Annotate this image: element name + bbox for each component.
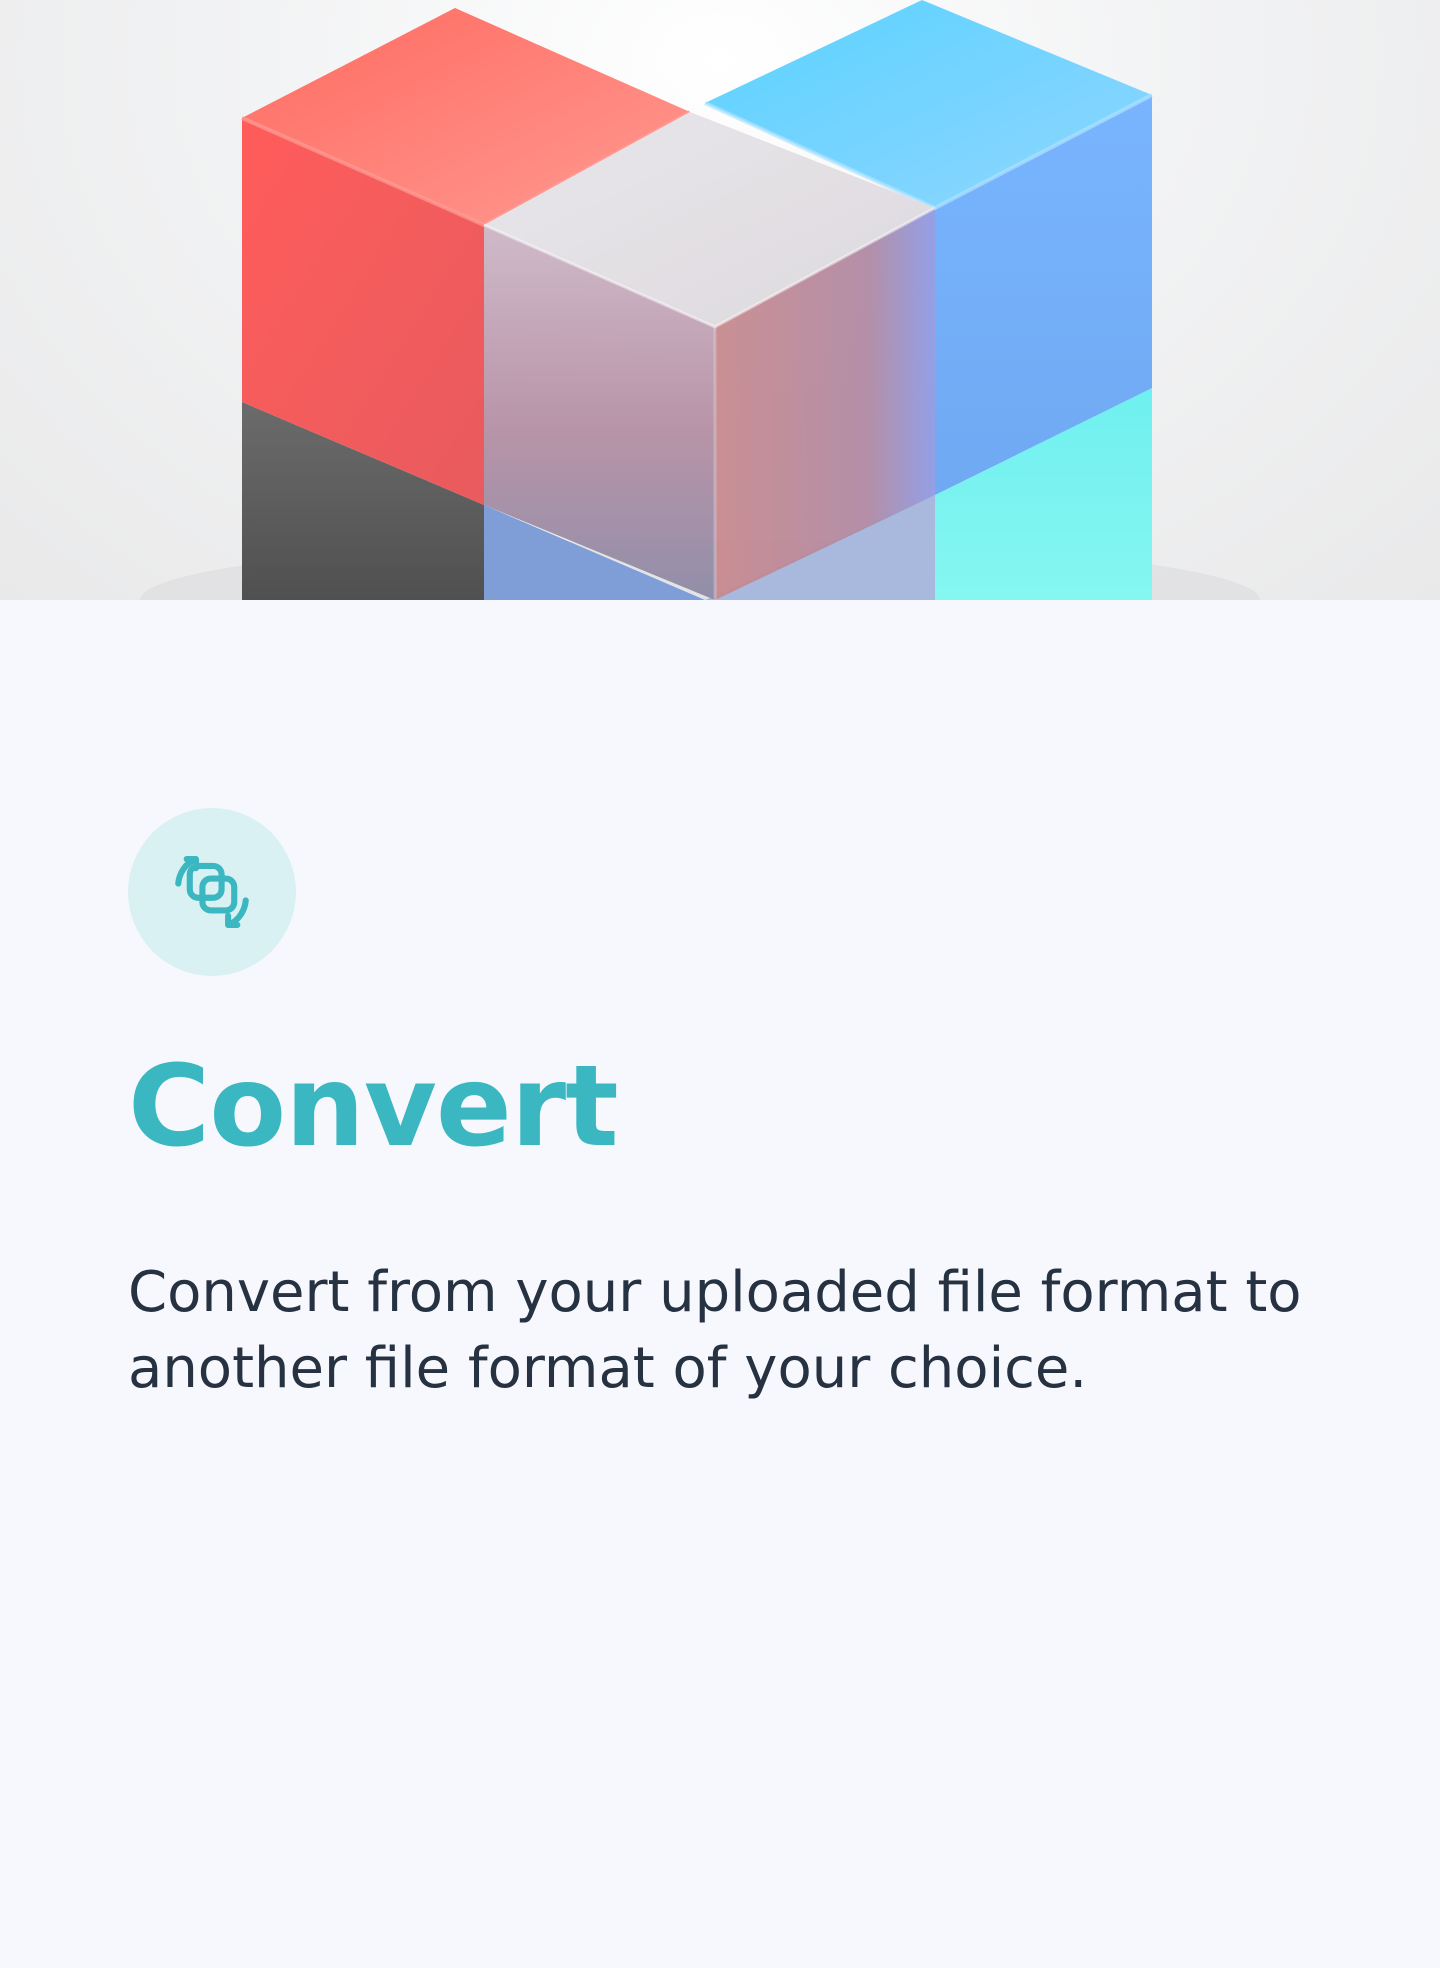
feature-title: Convert (128, 1042, 619, 1172)
convert-icon-badge (128, 808, 296, 976)
hero-image (0, 0, 1440, 600)
feature-description: Convert from your uploaded file format t… (128, 1260, 1302, 1401)
feature-card: Convert Convert from your uploaded file … (0, 600, 1440, 1968)
convert-icon (175, 855, 249, 929)
cubes-illustration (140, 0, 1260, 600)
